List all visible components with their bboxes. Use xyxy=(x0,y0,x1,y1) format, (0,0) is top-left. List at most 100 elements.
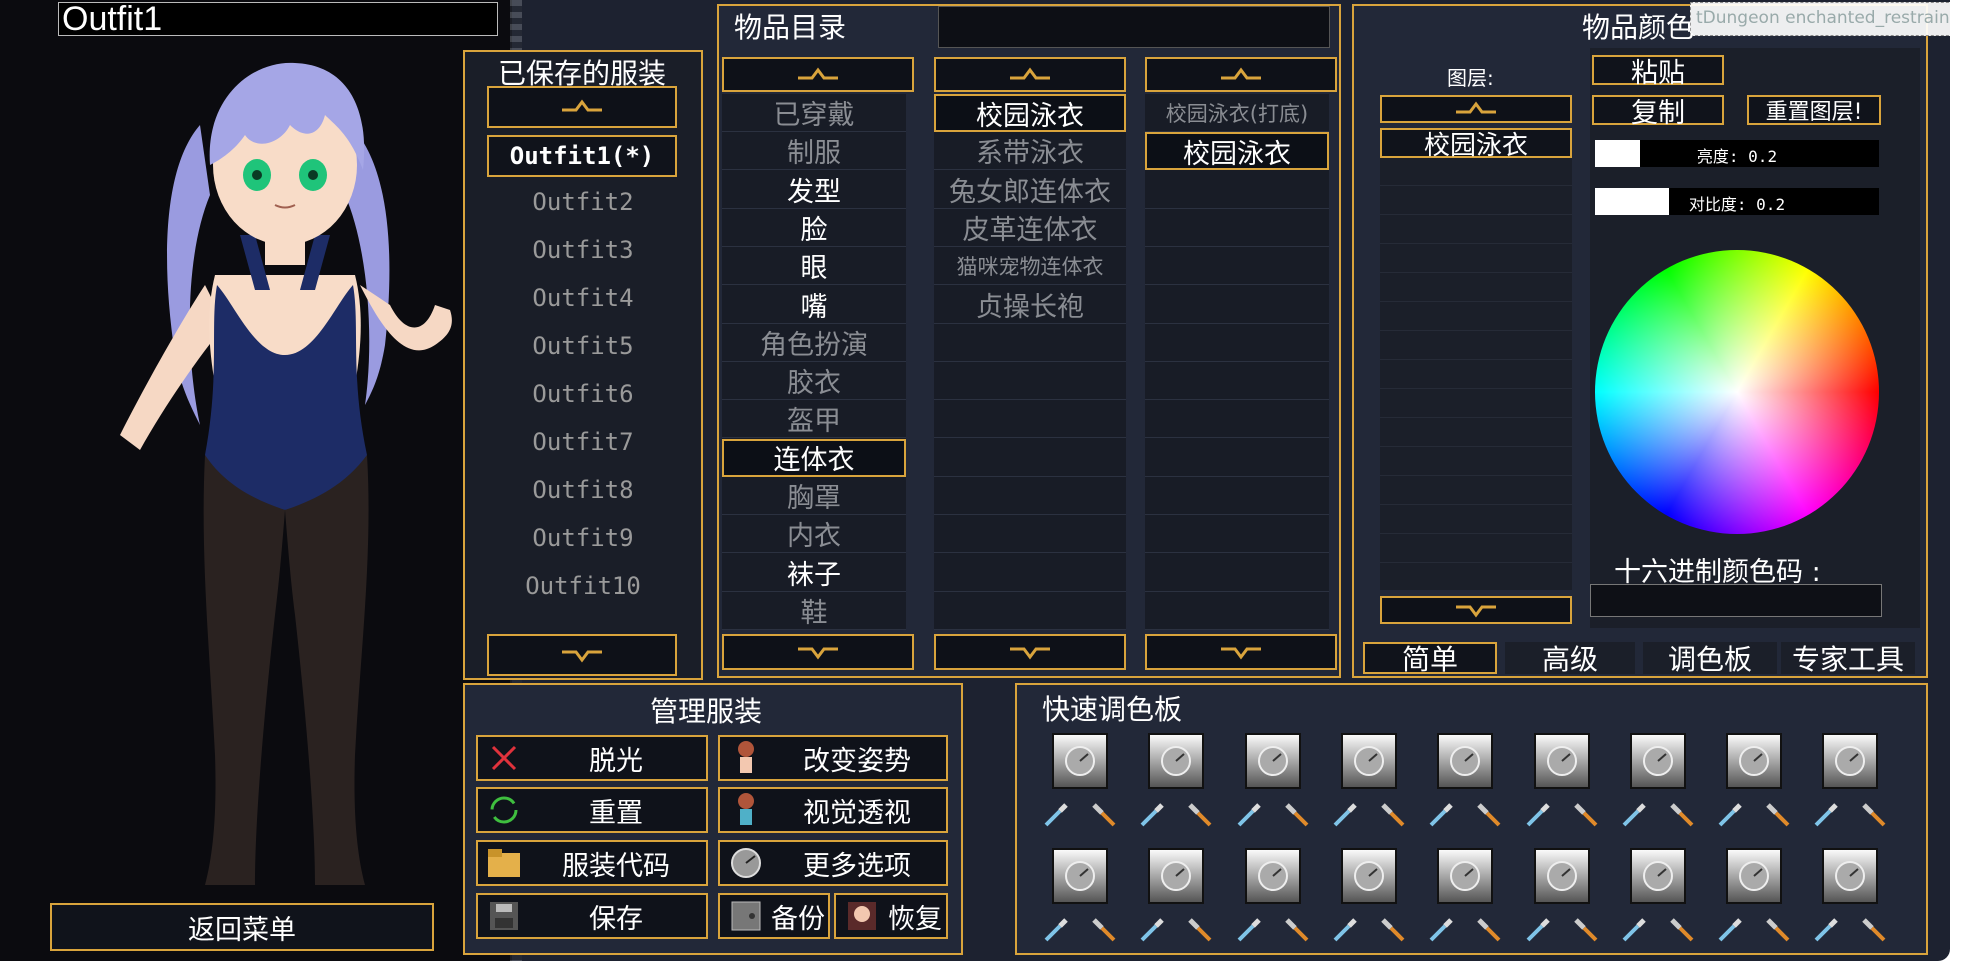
eyedropper-icon[interactable] xyxy=(1138,799,1168,836)
saved-outfit-item[interactable]: Outfit9 xyxy=(488,524,678,552)
palette-swatch[interactable] xyxy=(1822,733,1879,789)
item-scroll-down-button[interactable] xyxy=(934,634,1126,670)
category-item[interactable]: 脸 xyxy=(722,209,906,247)
item-entry[interactable]: 皮革连体衣 xyxy=(934,209,1126,247)
return-menu-button[interactable]: 返回菜单 xyxy=(50,903,434,951)
saved-outfit-item[interactable]: Outfit4 xyxy=(488,284,678,312)
item-entry[interactable]: 兔女郎连体衣 xyxy=(934,171,1126,209)
paste-button[interactable]: 粘贴 xyxy=(1592,55,1724,89)
category-item[interactable]: 盔甲 xyxy=(722,400,906,439)
paintbrush-icon[interactable] xyxy=(1570,914,1600,951)
layer-scroll-down-button[interactable] xyxy=(1380,596,1572,624)
reset-button[interactable]: 重置 xyxy=(476,787,708,833)
category-item[interactable]: 发型 xyxy=(722,171,906,209)
category-item[interactable]: 袜子 xyxy=(722,554,906,592)
palette-swatch[interactable] xyxy=(1822,848,1879,904)
palette-swatch[interactable] xyxy=(1340,733,1397,789)
palette-swatch[interactable] xyxy=(1533,848,1590,904)
eyedropper-icon[interactable] xyxy=(1427,914,1457,951)
saved-outfit-selected[interactable]: Outfit1(*) xyxy=(487,135,677,177)
palette-swatch[interactable] xyxy=(1244,848,1301,904)
category-item[interactable]: 嘴 xyxy=(722,286,906,324)
category-item[interactable]: 连体衣 xyxy=(722,438,906,477)
eyedropper-icon[interactable] xyxy=(1716,914,1746,951)
paintbrush-icon[interactable] xyxy=(1184,914,1214,951)
change-pose-button[interactable]: 改变姿势 xyxy=(718,735,948,781)
tab-advanced[interactable]: 高级 xyxy=(1505,642,1635,676)
eyedropper-icon[interactable] xyxy=(1331,914,1361,951)
reset-layer-button[interactable]: 重置图层! xyxy=(1747,95,1881,125)
category-item[interactable]: 角色扮演 xyxy=(722,324,906,362)
tab-expert-tools[interactable]: 专家工具 xyxy=(1781,642,1915,676)
paintbrush-icon[interactable] xyxy=(1377,799,1407,836)
color-wheel[interactable] xyxy=(1595,250,1879,534)
tab-simple[interactable]: 简单 xyxy=(1363,642,1497,676)
saved-scroll-up-button[interactable] xyxy=(487,86,677,128)
tab-palette[interactable]: 调色板 xyxy=(1643,642,1777,676)
variant-scroll-down-button[interactable] xyxy=(1145,634,1337,670)
paintbrush-icon[interactable] xyxy=(1858,799,1888,836)
paintbrush-icon[interactable] xyxy=(1473,799,1503,836)
xray-view-button[interactable]: 视觉透视 xyxy=(718,787,948,833)
saved-outfit-item[interactable]: Outfit6 xyxy=(488,380,678,408)
palette-swatch[interactable] xyxy=(1437,848,1494,904)
eyedropper-icon[interactable] xyxy=(1716,799,1746,836)
palette-swatch[interactable] xyxy=(1629,733,1686,789)
palette-swatch[interactable] xyxy=(1437,733,1494,789)
saved-outfit-item[interactable]: Outfit5 xyxy=(488,332,678,360)
contrast-slider[interactable]: 对比度: 0.2 xyxy=(1595,188,1879,215)
saved-outfit-item[interactable]: Outfit2 xyxy=(488,188,678,216)
eyedropper-icon[interactable] xyxy=(1812,799,1842,836)
paintbrush-icon[interactable] xyxy=(1281,914,1311,951)
saved-scroll-down-button[interactable] xyxy=(487,634,677,676)
outfit-code-button[interactable]: 服装代码 xyxy=(476,840,708,886)
paintbrush-icon[interactable] xyxy=(1377,914,1407,951)
category-item[interactable]: 鞋 xyxy=(722,592,906,630)
category-item[interactable]: 制服 xyxy=(722,132,906,171)
paintbrush-icon[interactable] xyxy=(1762,799,1792,836)
palette-swatch[interactable] xyxy=(1052,848,1108,904)
catalog-search-input[interactable] xyxy=(938,6,1330,48)
category-scroll-up-button[interactable] xyxy=(722,57,914,92)
layer-selected[interactable]: 校园泳衣 xyxy=(1380,128,1572,161)
layer-scroll-up-button[interactable] xyxy=(1380,95,1572,123)
palette-swatch[interactable] xyxy=(1148,733,1205,789)
restore-button[interactable]: 恢复 xyxy=(834,893,948,939)
eyedropper-icon[interactable] xyxy=(1331,799,1361,836)
paintbrush-icon[interactable] xyxy=(1570,799,1600,836)
variant-entry[interactable]: 校园泳衣(打底) xyxy=(1145,94,1329,132)
saved-outfit-item[interactable]: Outfit3 xyxy=(488,236,678,264)
item-entry[interactable]: 猫咪宠物连体衣 xyxy=(934,247,1126,286)
category-item[interactable]: 胸罩 xyxy=(722,477,906,515)
copy-button[interactable]: 复制 xyxy=(1592,95,1724,129)
save-button[interactable]: 保存 xyxy=(476,893,708,939)
paintbrush-icon[interactable] xyxy=(1858,914,1888,951)
category-scroll-down-button[interactable] xyxy=(722,634,914,670)
eyedropper-icon[interactable] xyxy=(1427,799,1457,836)
more-options-button[interactable]: 更多选项 xyxy=(718,840,948,886)
palette-swatch[interactable] xyxy=(1726,733,1783,789)
paintbrush-icon[interactable] xyxy=(1088,914,1118,951)
brightness-slider[interactable]: 亮度: 0.2 xyxy=(1595,140,1879,167)
eyedropper-icon[interactable] xyxy=(1235,799,1265,836)
palette-swatch[interactable] xyxy=(1726,848,1783,904)
hex-color-input[interactable] xyxy=(1590,584,1882,617)
paintbrush-icon[interactable] xyxy=(1184,799,1214,836)
paintbrush-icon[interactable] xyxy=(1762,914,1792,951)
eyedropper-icon[interactable] xyxy=(1812,914,1842,951)
eyedropper-icon[interactable] xyxy=(1042,799,1072,836)
variant-entry[interactable]: 校园泳衣 xyxy=(1145,132,1329,171)
paintbrush-icon[interactable] xyxy=(1473,914,1503,951)
palette-swatch[interactable] xyxy=(1148,848,1205,904)
paintbrush-icon[interactable] xyxy=(1666,914,1696,951)
strip-button[interactable]: 脱光 xyxy=(476,735,708,781)
category-item[interactable]: 眼 xyxy=(722,247,906,286)
item-entry[interactable]: 系带泳衣 xyxy=(934,132,1126,171)
eyedropper-icon[interactable] xyxy=(1138,914,1168,951)
item-scroll-up-button[interactable] xyxy=(934,57,1126,92)
category-item[interactable]: 已穿戴 xyxy=(722,94,906,132)
paintbrush-icon[interactable] xyxy=(1281,799,1311,836)
category-item[interactable]: 胶衣 xyxy=(722,362,906,401)
eyedropper-icon[interactable] xyxy=(1620,914,1650,951)
variant-scroll-up-button[interactable] xyxy=(1145,57,1337,92)
